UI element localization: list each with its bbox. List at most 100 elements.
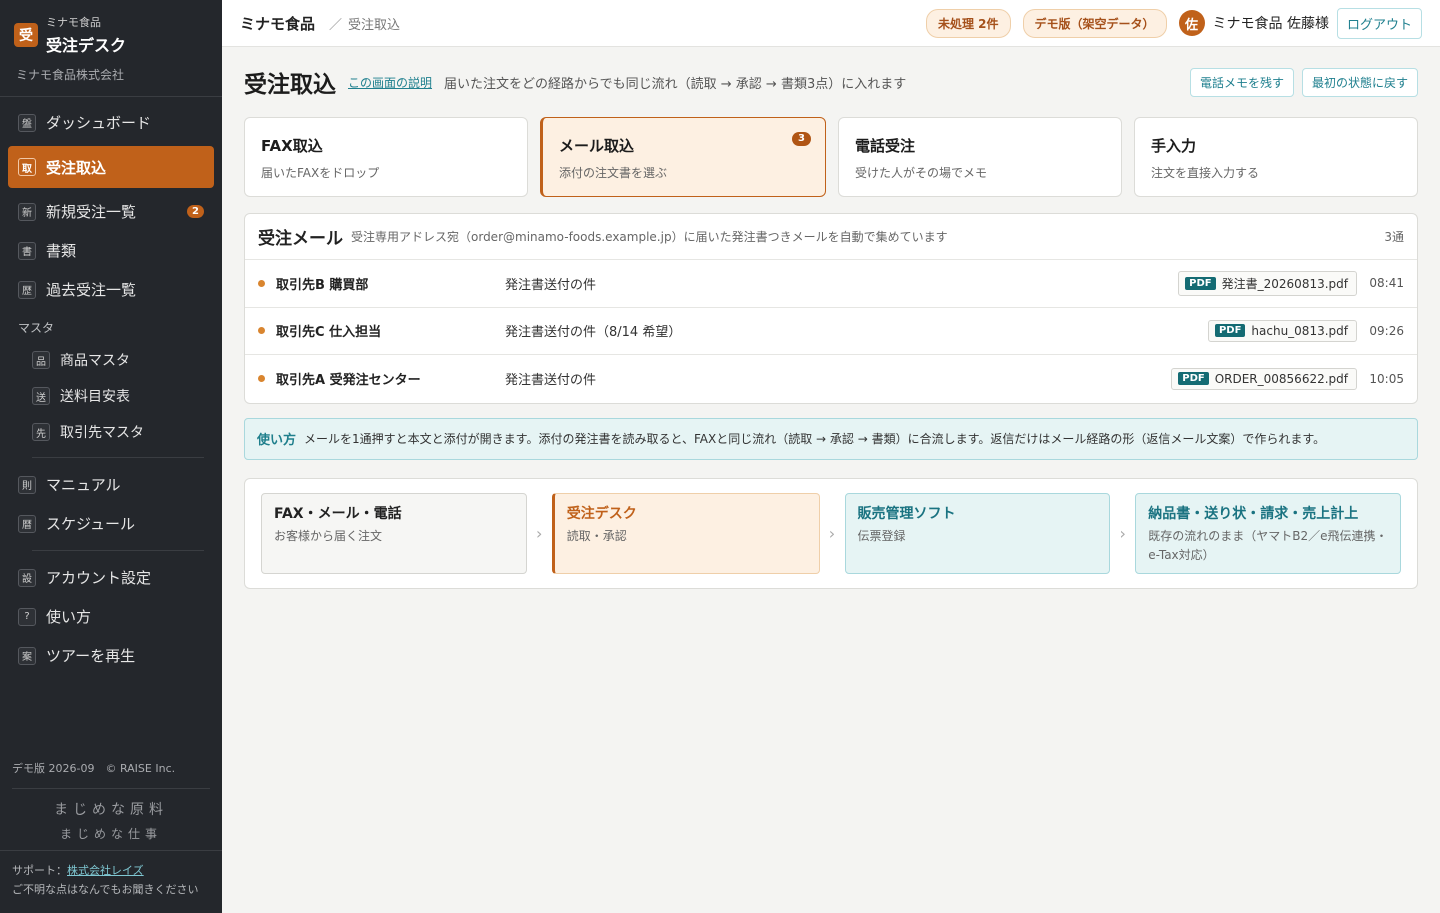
sidebar-item-label: スケジュール bbox=[46, 515, 135, 533]
settings-icon: 設 bbox=[18, 568, 36, 587]
sidebar-item-schedule[interactable]: 暦 スケジュール bbox=[0, 504, 222, 543]
mail-row[interactable]: 取引先B 購買部 発注書送付の件 PDF 発注書_20260813.pdf 08… bbox=[245, 260, 1417, 308]
attachment-filename: 発注書_20260813.pdf bbox=[1221, 276, 1348, 291]
sidebar-item-new-orders[interactable]: 新 新規受注一覧 2 bbox=[0, 192, 222, 231]
sidebar-item-dashboard[interactable]: 盤 ダッシュボード bbox=[0, 103, 222, 142]
order-import-icon: 取 bbox=[18, 158, 36, 176]
nav-divider bbox=[32, 457, 204, 458]
import-source-cards: FAX取込 届いたFAXをドロップ 3 メール取込 添付の注文書を選ぶ 電話受注… bbox=[244, 117, 1418, 197]
page-description: 届いた注文をどの経路からでも同じ流れ（読取 → 承認 → 書類3点）に入れます bbox=[444, 76, 907, 92]
mail-time: 08:41 bbox=[1369, 276, 1404, 291]
flow-step-title: 販売管理ソフト bbox=[857, 505, 956, 522]
sidebar-item-label: ツアーを再生 bbox=[46, 647, 136, 665]
how-to-text: メールを1通押すと本文と添付が開きます。添付の発注書を読み取ると、FAXと同じ流… bbox=[304, 431, 1326, 446]
mail-row[interactable]: 取引先A 受発注センター 発注書送付の件 PDF ORDER_00856622.… bbox=[245, 355, 1417, 403]
card-subtitle: 添付の注文書を選ぶ bbox=[559, 166, 668, 180]
phone-order-card[interactable]: 電話受注 受けた人がその場でメモ bbox=[838, 117, 1122, 197]
process-flow: FAX・メール・電話 お客様から届く注文 › 受注デスク 読取・承認 › 販売管… bbox=[244, 477, 1418, 589]
attachment-chip[interactable]: PDF ORDER_00856622.pdf bbox=[1171, 367, 1357, 390]
card-subtitle: 注文を直接入力する bbox=[1151, 166, 1260, 180]
mail-row[interactable]: 取引先C 仕入担当 発注書送付の件（8/14 希望） PDF hachu_081… bbox=[245, 308, 1417, 355]
main-content: 受注取込 この画面の説明 届いた注文をどの経路からでも同じ流れ（読取 → 承認 … bbox=[244, 47, 1418, 589]
sidebar: 受 ミナモ食品 受注デスク ミナモ食品株式会社 盤 ダッシュボード 取 受注取込… bbox=[0, 0, 222, 913]
unread-dot-icon bbox=[258, 375, 265, 383]
sidebar-item-label: 取引先マスタ bbox=[60, 425, 144, 441]
page-title: 受注取込 bbox=[244, 72, 336, 98]
sidebar-item-label: 書類 bbox=[46, 242, 77, 260]
unread-dot-icon bbox=[258, 279, 265, 287]
client-icon: 先 bbox=[32, 423, 50, 441]
reset-state-button[interactable]: 最初の状態に戻す bbox=[1301, 67, 1418, 97]
mail-panel-title: 受注メール bbox=[258, 229, 343, 249]
sidebar-item-product-master[interactable]: 品 商品マスタ bbox=[0, 342, 222, 378]
flow-step-title: FAX・メール・電話 bbox=[274, 505, 402, 522]
sidebar-item-replay-tour[interactable]: 案 ツアーを再生 bbox=[0, 636, 222, 675]
demo-version-text: デモ版 2026-09 © RAISE Inc. bbox=[12, 762, 176, 775]
card-subtitle: 届いたFAXをドロップ bbox=[261, 166, 380, 180]
pending-count-badge[interactable]: 未処理 2件 bbox=[925, 8, 1011, 38]
sidebar-item-how-to[interactable]: ? 使い方 bbox=[0, 597, 222, 636]
chevron-right-icon: › bbox=[828, 523, 836, 543]
mail-panel-header: 受注メール 受注専用アドレス宛（order@minamo-foods.examp… bbox=[245, 214, 1417, 260]
flow-step-title: 納品書・送り状・請求・売上計上 bbox=[1148, 505, 1359, 522]
sidebar-item-order-import[interactable]: 取 受注取込 bbox=[8, 146, 214, 188]
unread-dot-icon bbox=[258, 327, 265, 335]
breadcrumb-root[interactable]: ミナモ食品 bbox=[240, 13, 315, 34]
card-title: メール取込 bbox=[559, 137, 635, 155]
flow-step-sub: 読取・承認 bbox=[566, 528, 627, 543]
sidebar-item-documents[interactable]: 書 書類 bbox=[0, 231, 222, 270]
user-name: ミナモ食品 佐藤様 bbox=[1212, 16, 1329, 32]
breadcrumb-separator: ／ bbox=[329, 17, 343, 33]
sidebar-item-shipping-table[interactable]: 送 送料目安表 bbox=[0, 378, 222, 414]
card-title: FAX取込 bbox=[261, 137, 323, 155]
chevron-right-icon: › bbox=[1119, 523, 1126, 543]
sidebar-item-manual[interactable]: 則 マニュアル bbox=[0, 465, 222, 504]
mail-count-badge: 3 bbox=[792, 132, 811, 146]
mail-import-card[interactable]: 3 メール取込 添付の注文書を選ぶ bbox=[540, 117, 826, 197]
mail-panel-note: 受注専用アドレス宛（order@minamo-foods.example.jp）… bbox=[351, 230, 948, 244]
pdf-icon: PDF bbox=[1185, 276, 1216, 290]
order-mail-panel: 受注メール 受注専用アドレス宛（order@minamo-foods.examp… bbox=[244, 213, 1418, 404]
master-section-heading: マスタ bbox=[18, 321, 55, 335]
motto-line-2: まじめな仕事 bbox=[59, 827, 162, 841]
screen-help-link[interactable]: この画面の説明 bbox=[348, 74, 432, 91]
phone-memo-button[interactable]: 電話メモを残す bbox=[1189, 67, 1294, 97]
mail-sender: 取引先B 購買部 bbox=[276, 277, 369, 293]
mail-total-count: 3通 bbox=[1384, 230, 1404, 244]
nav-divider bbox=[32, 550, 204, 551]
shipping-icon: 送 bbox=[32, 387, 50, 405]
support-link[interactable]: 株式会社レイズ bbox=[67, 864, 144, 877]
product-icon: 品 bbox=[32, 351, 50, 369]
flow-step-documents: 納品書・送り状・請求・売上計上 既存の流れのまま（ヤマトB2／e飛伝連携・e-T… bbox=[1135, 492, 1401, 574]
attachment-chip[interactable]: PDF hachu_0813.pdf bbox=[1207, 319, 1357, 342]
flow-step-incoming: FAX・メール・電話 お客様から届く注文 bbox=[261, 492, 527, 574]
chevron-right-icon: › bbox=[536, 523, 543, 543]
attachment-chip[interactable]: PDF 発注書_20260813.pdf bbox=[1178, 270, 1357, 296]
sidebar-item-past-orders[interactable]: 歴 過去受注一覧 bbox=[0, 270, 222, 309]
flow-step-sales-software: 販売管理ソフト 伝票登録 bbox=[844, 492, 1111, 574]
sidebar-item-label: 新規受注一覧 bbox=[46, 203, 137, 221]
brand-subtitle: ミナモ食品 bbox=[46, 16, 101, 29]
demo-badge: デモ版（架空データ） bbox=[1022, 8, 1167, 38]
sidebar-item-label: 使い方 bbox=[46, 608, 92, 626]
mail-sender: 取引先C 仕入担当 bbox=[276, 325, 382, 341]
flow-step-title: 受注デスク bbox=[566, 505, 637, 522]
fax-import-card[interactable]: FAX取込 届いたFAXをドロップ bbox=[244, 117, 528, 197]
manual-entry-card[interactable]: 手入力 注文を直接入力する bbox=[1134, 117, 1418, 197]
attachment-filename: ORDER_00856622.pdf bbox=[1214, 371, 1348, 386]
sidebar-item-account-settings[interactable]: 設 アカウント設定 bbox=[0, 558, 222, 597]
sidebar-item-label: 送料目安表 bbox=[60, 389, 130, 405]
logout-button[interactable]: ログアウト bbox=[1336, 7, 1422, 39]
card-title: 電話受注 bbox=[855, 137, 916, 155]
sidebar-item-label: 受注取込 bbox=[46, 158, 107, 177]
new-orders-icon: 新 bbox=[18, 202, 36, 221]
pdf-icon: PDF bbox=[1214, 324, 1246, 338]
support-note: ご不明な点はなんでもお聞きください bbox=[12, 883, 199, 896]
flow-step-sub: お客様から届く注文 bbox=[274, 528, 383, 543]
mail-subject: 発注書送付の件（8/14 希望） bbox=[505, 325, 682, 341]
card-title: 手入力 bbox=[1151, 137, 1197, 155]
sidebar-item-client-master[interactable]: 先 取引先マスタ bbox=[0, 414, 222, 450]
sidebar-nav: 盤 ダッシュボード 取 受注取込 新 新規受注一覧 2 書 書類 歴 過去受注一… bbox=[0, 97, 222, 675]
company-name: ミナモ食品株式会社 bbox=[0, 56, 222, 97]
dashboard-icon: 盤 bbox=[18, 113, 36, 132]
